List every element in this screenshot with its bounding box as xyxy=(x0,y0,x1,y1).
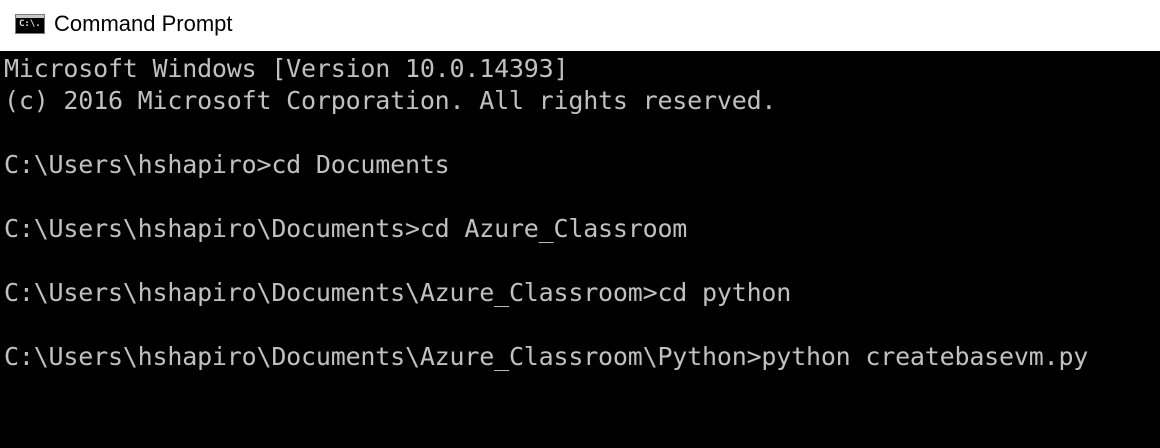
cmd-icon-glyph: C:\. xyxy=(19,19,41,29)
console-line: C:\Users\hshapiro\Documents>cd Azure_Cla… xyxy=(4,214,688,243)
console-lines: Microsoft Windows [Version 10.0.14393] (… xyxy=(4,53,1088,373)
console-line: C:\Users\hshapiro\Documents\Azure_Classr… xyxy=(4,342,1089,371)
window-title: Command Prompt xyxy=(54,11,233,36)
console-line: C:\Users\hshapiro>cd Documents xyxy=(4,150,450,179)
console-line: C:\Users\hshapiro\Documents\Azure_Classr… xyxy=(4,278,792,307)
cmd-icon[interactable]: C:\. xyxy=(15,14,45,34)
title-bar[interactable]: C:\. Command Prompt xyxy=(0,0,1160,51)
console-output-area[interactable]: Microsoft Windows [Version 10.0.14393] (… xyxy=(0,51,1160,448)
console-line: Microsoft Windows [Version 10.0.14393] xyxy=(4,54,569,83)
console-line: (c) 2016 Microsoft Corporation. All righ… xyxy=(4,86,777,115)
command-prompt-window: C:\. Command Prompt Microsoft Windows [V… xyxy=(0,0,1160,448)
